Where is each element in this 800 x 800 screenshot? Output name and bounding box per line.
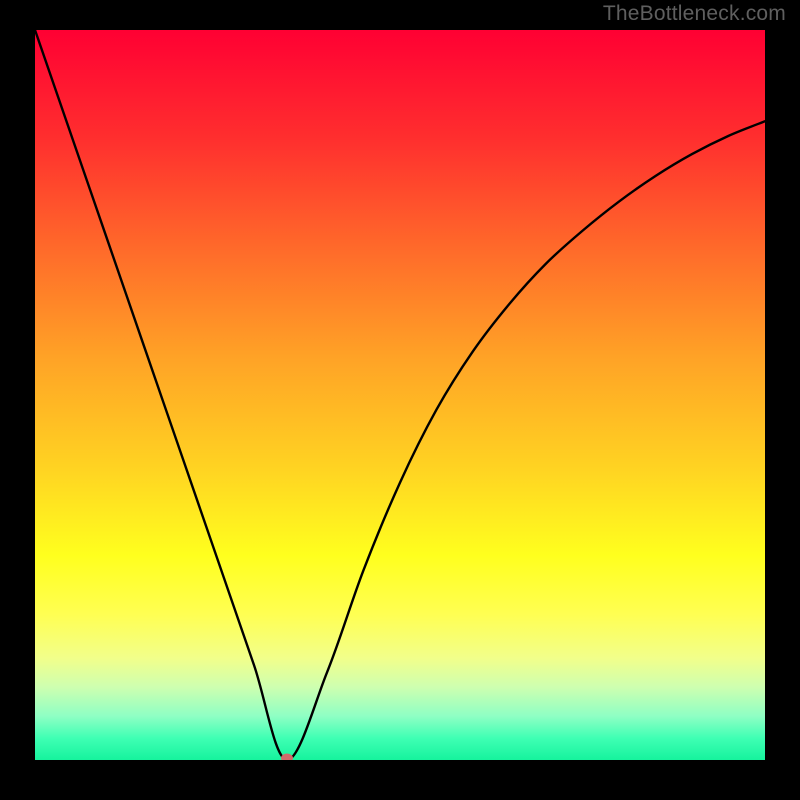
watermark-text: TheBottleneck.com [603, 2, 786, 26]
optimum-marker [281, 754, 293, 761]
bottleneck-curve [35, 30, 765, 760]
plot-area [35, 30, 765, 760]
